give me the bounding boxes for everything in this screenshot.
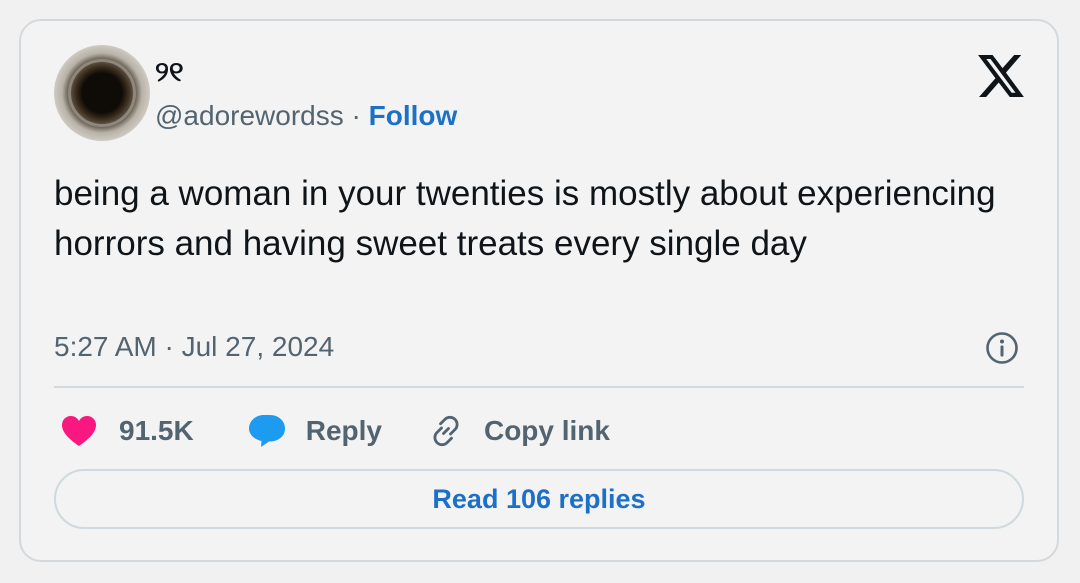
action-bar: 91.5K Reply Copy link: [61, 411, 610, 451]
display-name[interactable]: ୨୧: [155, 57, 184, 87]
x-logo-icon[interactable]: [978, 55, 1024, 97]
likes-count: 91.5K: [119, 415, 194, 446]
reply-button[interactable]: Reply: [248, 414, 382, 448]
follow-button[interactable]: Follow: [369, 100, 458, 131]
like-button[interactable]: 91.5K: [61, 415, 194, 447]
timestamp[interactable]: 5:27 AM · Jul 27, 2024: [54, 330, 334, 364]
avatar[interactable]: [54, 45, 150, 141]
divider: [54, 386, 1024, 388]
tweet-card: ୨୧ @adorewordss · Follow being a woman i…: [19, 19, 1059, 562]
copy-link-button[interactable]: Copy link: [428, 413, 610, 449]
heart-icon: [62, 416, 96, 446]
link-icon: [433, 415, 459, 447]
speech-bubble-icon: [248, 415, 285, 447]
handle[interactable]: @adorewordss: [155, 100, 344, 131]
reply-label: Reply: [305, 415, 382, 446]
info-icon[interactable]: [985, 331, 1019, 365]
read-replies-button[interactable]: Read 106 replies: [54, 469, 1024, 529]
copy-link-label: Copy link: [483, 415, 610, 446]
handle-row: @adorewordss · Follow: [155, 99, 457, 133]
separator-dot: ·: [351, 100, 361, 131]
tweet-text: being a woman in your twenties is mostly…: [54, 174, 996, 263]
